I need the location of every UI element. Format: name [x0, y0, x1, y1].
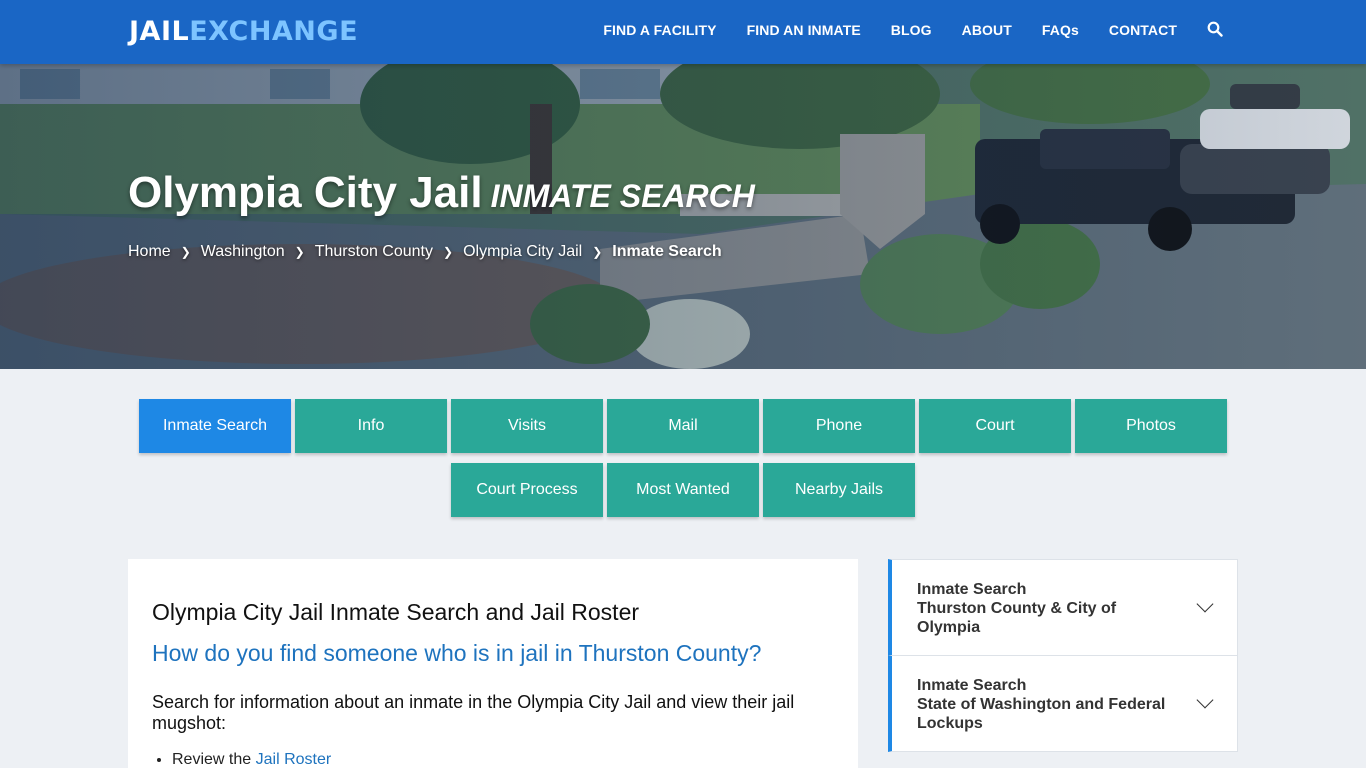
jail-roster-link[interactable]: Jail Roster: [256, 751, 332, 768]
chevron-down-icon[interactable]: [1196, 595, 1214, 612]
nav-contact[interactable]: CONTACT: [1109, 22, 1177, 38]
sidebar-item-thurston[interactable]: Inmate Search Thurston County & City of …: [888, 559, 1238, 656]
tab-most-wanted[interactable]: Most Wanted: [607, 463, 759, 517]
tab-visits[interactable]: Visits: [451, 399, 603, 453]
content-card: Olympia City Jail Inmate Search and Jail…: [128, 559, 858, 768]
tab-mail[interactable]: Mail: [607, 399, 759, 453]
nav-find-inmate[interactable]: FIND AN INMATE: [747, 22, 861, 38]
sidebar-item-title: Inmate Search: [917, 677, 1027, 694]
chevron-right-icon: ❯: [294, 245, 305, 259]
content-heading: Olympia City Jail Inmate Search and Jail…: [152, 599, 640, 625]
site-logo[interactable]: JAILEXCHANGE: [129, 16, 358, 47]
nav-blog[interactable]: BLOG: [891, 22, 932, 38]
tab-court[interactable]: Court: [919, 399, 1071, 453]
breadcrumb-thurston-county[interactable]: Thurston County: [315, 243, 433, 261]
chevron-right-icon: ❯: [180, 245, 191, 259]
tab-court-process[interactable]: Court Process: [451, 463, 603, 517]
page-title-subtitle: Inmate Search: [490, 178, 755, 214]
tab-nearby-jails[interactable]: Nearby Jails: [763, 463, 915, 517]
chevron-right-icon: ❯: [592, 245, 603, 259]
nav-find-facility[interactable]: FIND A FACILITY: [603, 22, 716, 38]
content-list: Review the Jail Roster: [152, 751, 834, 768]
tabs-row-2: Court Process Most Wanted Nearby Jails: [0, 463, 1366, 517]
nav-about[interactable]: ABOUT: [962, 22, 1012, 38]
page-title: Olympia City Jail Inmate Search: [128, 168, 755, 218]
tab-phone[interactable]: Phone: [763, 399, 915, 453]
tab-info[interactable]: Info: [295, 399, 447, 453]
logo-text-jail: JAIL: [129, 16, 190, 47]
list-item-prefix: Review the: [172, 751, 252, 768]
sidebar-item-title: Inmate Search: [917, 581, 1027, 598]
tab-photos[interactable]: Photos: [1075, 399, 1227, 453]
nav-faqs[interactable]: FAQs: [1042, 22, 1079, 38]
breadcrumb-home[interactable]: Home: [128, 243, 171, 261]
sidebar-item-subtitle: Thurston County & City of Olympia: [917, 600, 1117, 636]
tab-inmate-search[interactable]: Inmate Search: [139, 399, 291, 453]
sidebar-item-subtitle: State of Washington and Federal Lockups: [917, 696, 1166, 732]
content-question: How do you find someone who is in jail i…: [152, 640, 762, 666]
breadcrumb-olympia-city-jail[interactable]: Olympia City Jail: [463, 243, 582, 261]
sidebar-item-washington[interactable]: Inmate Search State of Washington and Fe…: [888, 655, 1238, 752]
tabs-row-1: Inmate Search Info Visits Mail Phone Cou…: [0, 399, 1366, 453]
chevron-down-icon[interactable]: [1196, 691, 1214, 708]
logo-text-exchange: EXCHANGE: [189, 16, 359, 47]
search-icon[interactable]: [1207, 21, 1223, 37]
sidebar: Inmate Search Thurston County & City of …: [888, 559, 1238, 752]
breadcrumb-washington[interactable]: Washington: [201, 243, 285, 261]
top-navbar: JAILEXCHANGE FIND A FACILITY FIND AN INM…: [0, 0, 1366, 64]
main-nav: FIND A FACILITY FIND AN INMATE BLOG ABOU…: [573, 21, 1223, 38]
content-intro: Search for information about an inmate i…: [152, 692, 795, 733]
list-item: Review the Jail Roster: [172, 751, 834, 768]
page-title-main: Olympia City Jail: [128, 168, 483, 217]
breadcrumb-current: Inmate Search: [612, 243, 722, 260]
breadcrumb: Home ❯ Washington ❯ Thurston County ❯ Ol…: [128, 243, 722, 261]
chevron-right-icon: ❯: [443, 245, 454, 259]
hero-banner: Olympia City Jail Inmate Search Home ❯ Wa…: [0, 64, 1366, 369]
